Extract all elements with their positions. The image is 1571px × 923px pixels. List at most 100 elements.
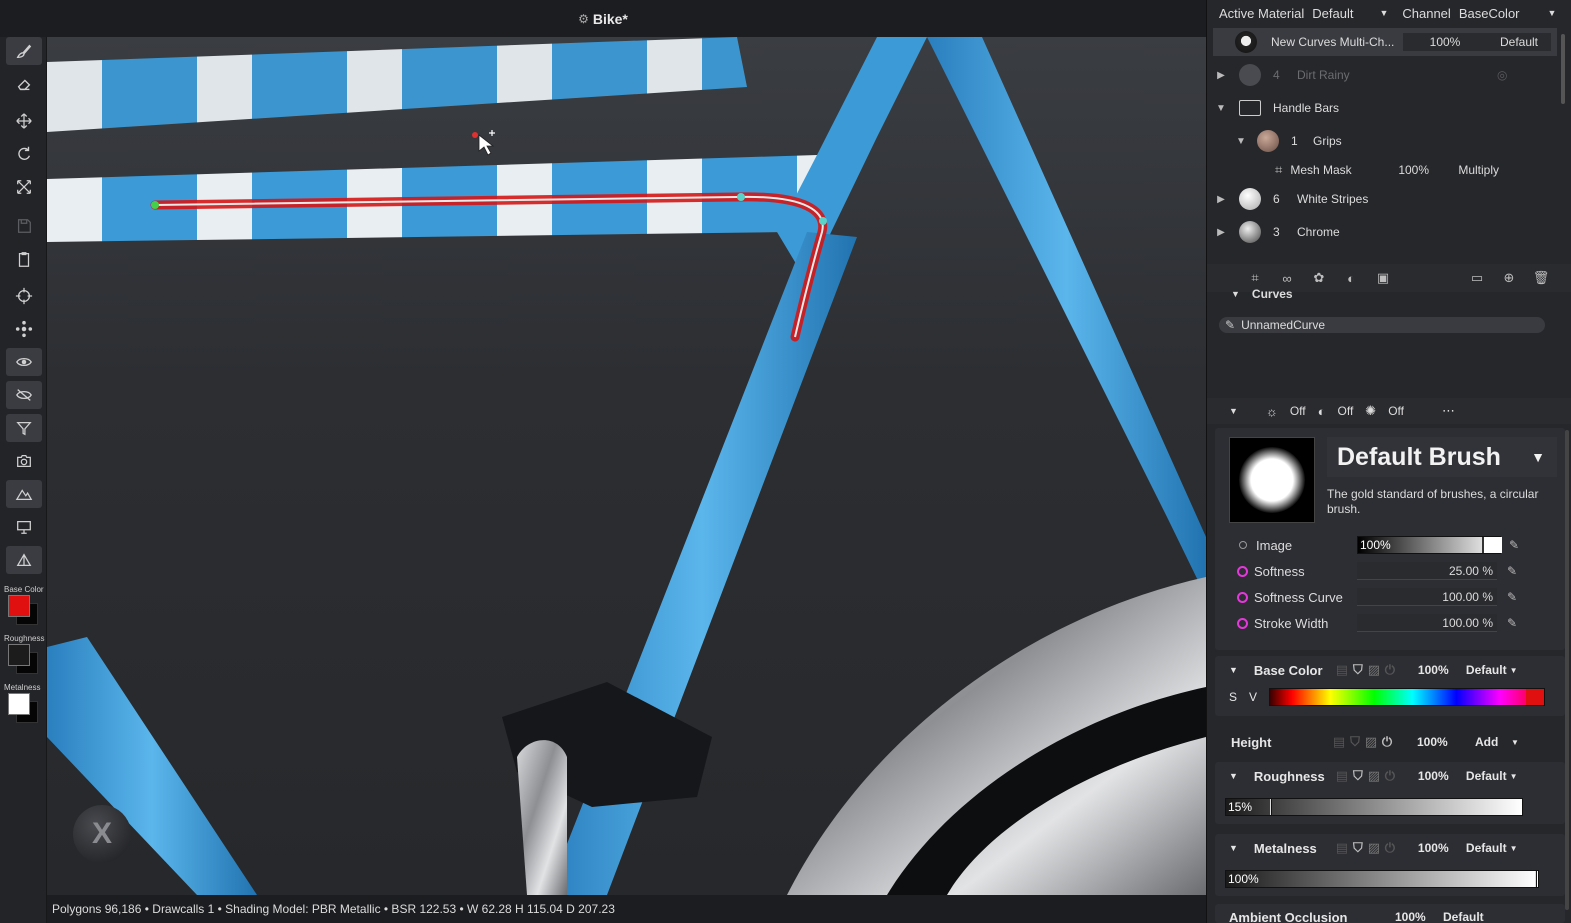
3d-viewport[interactable]: X (47, 37, 1206, 895)
scale-tool[interactable] (6, 173, 42, 201)
mask-row[interactable]: ⌗ Mesh Mask 100% Multiply (1207, 158, 1559, 182)
param-value[interactable]: 100.00 % (1357, 614, 1497, 632)
toggle-value[interactable]: Off (1338, 404, 1354, 418)
chevron-down-icon[interactable]: ▼ (1510, 772, 1518, 781)
active-material-dropdown[interactable]: Default ▼ (1312, 6, 1388, 21)
contrast-icon[interactable]: ◐ (1318, 404, 1326, 419)
curve-item[interactable]: ✎ UnnamedCurve (1219, 317, 1545, 333)
mask-opacity[interactable]: 100% (1398, 163, 1458, 177)
paint-bucket-icon[interactable]: ⛉ (1350, 768, 1366, 784)
hue-slider[interactable] (1269, 688, 1546, 706)
add-icon[interactable]: ⊕ (1501, 270, 1517, 286)
eraser-tool[interactable] (6, 70, 42, 98)
channel-opacity[interactable]: 100% (1418, 769, 1466, 783)
channel-blend[interactable]: Default (1466, 769, 1507, 783)
layer-row[interactable]: ▶ 4 Dirt Rainy ◎ (1207, 61, 1559, 89)
channel-opacity[interactable]: 100% (1418, 841, 1466, 855)
hide-tool[interactable] (6, 381, 42, 409)
current-color-swatch[interactable] (1526, 689, 1545, 705)
layer-icon[interactable]: ▣ (1375, 270, 1391, 286)
layer-opacity[interactable]: 100% (1403, 33, 1487, 51)
contrast-icon[interactable]: ◐ (1343, 270, 1359, 286)
more-icon[interactable]: ⋯ (1442, 403, 1455, 419)
edit-pen-icon[interactable]: ✎ (1507, 564, 1517, 578)
layer-blend[interactable]: Default (1487, 33, 1551, 51)
channel-opacity[interactable]: 100% (1395, 910, 1443, 923)
chevron-right-icon[interactable]: ▶ (1213, 227, 1229, 238)
paint-bucket-icon[interactable]: ⛉ (1350, 662, 1366, 678)
chevron-down-icon[interactable]: ▼ (1229, 406, 1238, 416)
edit-pen-icon[interactable]: ✎ (1507, 616, 1517, 630)
chevron-down-icon[interactable]: ▼ (1229, 665, 1238, 675)
crop-mask-icon[interactable]: ⌗ (1247, 270, 1263, 286)
symmetry-tool[interactable] (6, 546, 42, 574)
power-icon[interactable]: ⏻ (1379, 734, 1395, 750)
chevron-down-icon[interactable]: ▼ (1231, 289, 1240, 299)
layer-row[interactable]: ▶ 6 White Stripes (1207, 185, 1559, 213)
metalness-slider[interactable]: 100% (1225, 870, 1539, 888)
image-icon[interactable]: ▨ (1366, 768, 1382, 784)
layer-row[interactable]: ▶ 3 Chrome (1207, 218, 1559, 246)
paint-brush-tool[interactable] (6, 37, 42, 65)
rotate-tool[interactable] (6, 140, 42, 168)
hidden-eye-icon[interactable]: ◎ (1497, 68, 1507, 82)
roughness-handle[interactable] (1270, 799, 1272, 815)
clipboard-tool[interactable] (6, 245, 42, 273)
layer-row-selected[interactable]: New Curves Multi-Ch... 100% Default (1213, 28, 1557, 56)
metalness-handle[interactable] (1535, 871, 1537, 887)
toggle-value[interactable]: Off (1290, 404, 1306, 418)
camera-tool[interactable] (6, 447, 42, 475)
channel-blend[interactable]: Add (1475, 735, 1511, 749)
channel-opacity[interactable]: 100% (1418, 663, 1466, 677)
add-folder-icon[interactable]: ▭ (1469, 270, 1485, 286)
chevron-right-icon[interactable]: ▶ (1213, 194, 1229, 205)
channel-opacity[interactable]: 100% (1417, 735, 1475, 749)
chevron-down-icon[interactable]: ▼ (1511, 738, 1519, 747)
channel-blend[interactable]: Default (1466, 841, 1507, 855)
value-label[interactable]: V (1249, 690, 1257, 704)
image-icon[interactable]: ▨ (1363, 734, 1379, 750)
roughness-slider[interactable]: 15% (1225, 798, 1523, 816)
mask-icon[interactable]: ▤ (1334, 662, 1350, 678)
channel-blend[interactable]: Default (1466, 663, 1507, 677)
layer-scrollbar[interactable] (1561, 34, 1565, 104)
chevron-down-icon[interactable]: ▼ (1229, 771, 1238, 781)
image-icon[interactable]: ▨ (1366, 840, 1382, 856)
layer-row[interactable]: ▼ 1 Grips (1207, 127, 1559, 155)
brush-preview[interactable] (1229, 437, 1315, 523)
chevron-down-icon[interactable]: ▼ (1510, 844, 1518, 853)
paint-bucket-icon[interactable]: ⛉ (1347, 734, 1363, 750)
chevron-down-icon[interactable]: ▼ (1229, 843, 1238, 853)
link-icon[interactable]: ∞ (1279, 270, 1295, 286)
paint-bucket-icon[interactable]: ⛉ (1350, 840, 1366, 856)
channel-dropdown[interactable]: BaseColor ▼ (1459, 6, 1557, 21)
sun-icon[interactable]: ☼ (1266, 404, 1278, 419)
present-tool[interactable] (6, 513, 42, 541)
image-icon[interactable]: ▨ (1366, 662, 1382, 678)
terrain-tool[interactable] (6, 480, 42, 508)
orientation-gizmo[interactable]: X (73, 805, 131, 863)
metalness-swatch[interactable] (8, 693, 30, 715)
power-icon[interactable]: ⏻ (1382, 662, 1398, 678)
param-value[interactable]: 25.00 % (1357, 562, 1497, 580)
brush-name-dropdown[interactable]: Default Brush ▼ (1327, 437, 1557, 477)
base-color-swatch[interactable] (8, 595, 30, 617)
power-icon[interactable]: ⏻ (1382, 768, 1398, 784)
mask-icon[interactable]: ▤ (1334, 840, 1350, 856)
visibility-tool[interactable] (6, 348, 42, 376)
edit-pen-icon[interactable]: ✎ (1507, 590, 1517, 604)
power-icon[interactable]: ⏻ (1382, 840, 1398, 856)
layer-group-row[interactable]: ▼ Handle Bars (1207, 94, 1559, 122)
edit-pen-icon[interactable]: ✎ (1509, 538, 1519, 552)
param-value[interactable]: 100.00 % (1357, 588, 1497, 606)
toggle-value[interactable]: Off (1388, 404, 1404, 418)
trash-icon[interactable]: 🗑 (1533, 270, 1550, 286)
chevron-down-icon[interactable]: ▼ (1213, 103, 1229, 114)
move-tool[interactable] (6, 107, 42, 135)
chevron-down-icon[interactable]: ▼ (1510, 666, 1518, 675)
mask-icon[interactable]: ▤ (1331, 734, 1347, 750)
image-slider[interactable]: 100% (1357, 536, 1502, 554)
mask-blend[interactable]: Multiply (1458, 163, 1499, 177)
nodes-tool[interactable] (6, 315, 42, 343)
channel-blend[interactable]: Default (1443, 910, 1484, 923)
